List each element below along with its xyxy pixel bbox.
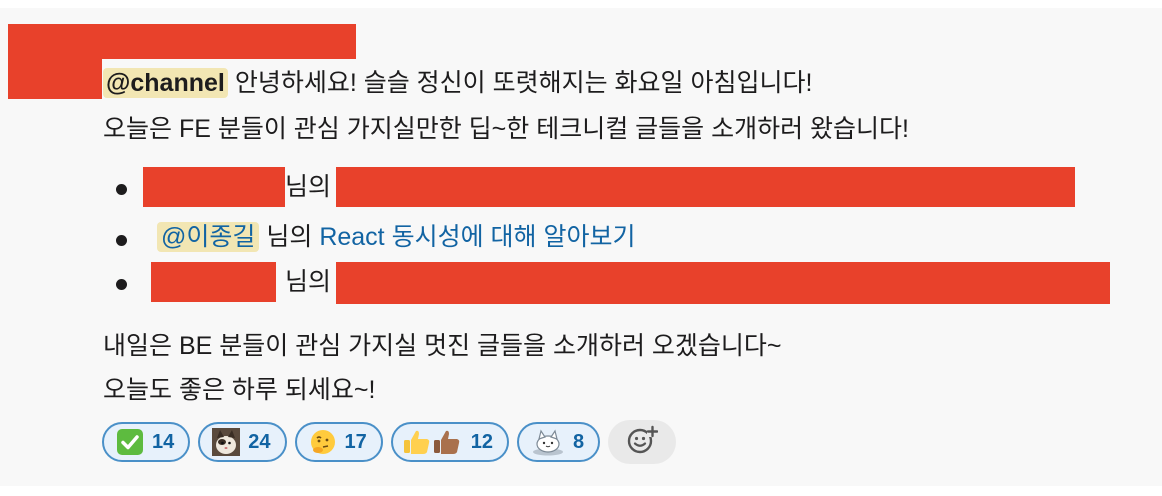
list-item-suffix: 님의 [285, 173, 332, 201]
intro-text: 오늘은 FE 분들이 관심 가지실만한 딥~한 테크니컬 글들을 소개하러 왔습… [103, 115, 910, 143]
cat-mascot-icon [531, 428, 565, 456]
thinking-face-icon [309, 428, 337, 456]
add-reaction-button[interactable] [608, 420, 677, 464]
add-emoji-icon [626, 424, 659, 461]
list-bullet [116, 279, 127, 290]
list-item-suffix: 님의 [285, 268, 332, 296]
thumbs-up-icon [403, 428, 463, 456]
redacted-link[interactable] [336, 167, 1075, 207]
redacted-sender-name [8, 24, 356, 59]
list-bullet [116, 184, 127, 195]
outro-text-1: 내일은 BE 분들이 관심 가지실 멋진 글들을 소개하러 오겠습니다~ [103, 332, 782, 360]
reaction-count: 14 [152, 430, 175, 453]
list-bullet [116, 235, 127, 246]
greeting-text: 안녕하세요! 슬슬 정신이 또렷해지는 화요일 아침입니다! [234, 69, 813, 97]
greeting-line: @channel 안녕하세요! 슬슬 정신이 또렷해지는 화요일 아침입니다! [103, 66, 812, 100]
outro-text-2: 오늘도 좋은 하루 되세요~! [103, 376, 376, 404]
reaction-count: 12 [470, 430, 493, 453]
redacted-author [143, 167, 285, 207]
redacted-avatar [8, 59, 102, 99]
cat-photo-icon [212, 428, 241, 456]
article-link[interactable]: React 동시성에 대해 알아보기 [319, 223, 635, 251]
white-check-mark-icon [116, 428, 144, 456]
user-mention[interactable]: @이종길 [157, 222, 260, 252]
reaction-count: 8 [573, 430, 585, 453]
reaction-cat-photo[interactable]: 24 [198, 422, 287, 462]
reaction-cat-mascot[interactable]: 8 [517, 422, 601, 462]
list-item-suffix: 님의 [266, 223, 313, 251]
reactions-bar: 14 24 17 12 8 [102, 420, 677, 464]
reaction-thumbs-up[interactable]: 12 [390, 422, 509, 462]
channel-mention[interactable]: @channel [103, 68, 228, 98]
redacted-author [151, 262, 276, 302]
reaction-count: 17 [344, 430, 367, 453]
redacted-link[interactable] [336, 262, 1110, 304]
message-container: @channel 안녕하세요! 슬슬 정신이 또렷해지는 화요일 아침입니다! … [0, 8, 1162, 486]
reaction-thinking-face[interactable]: 17 [294, 422, 383, 462]
reaction-white-check-mark[interactable]: 14 [102, 422, 191, 462]
reaction-count: 24 [248, 430, 271, 453]
list-item: @이종길 님의 React 동시성에 대해 알아보기 [157, 220, 635, 254]
